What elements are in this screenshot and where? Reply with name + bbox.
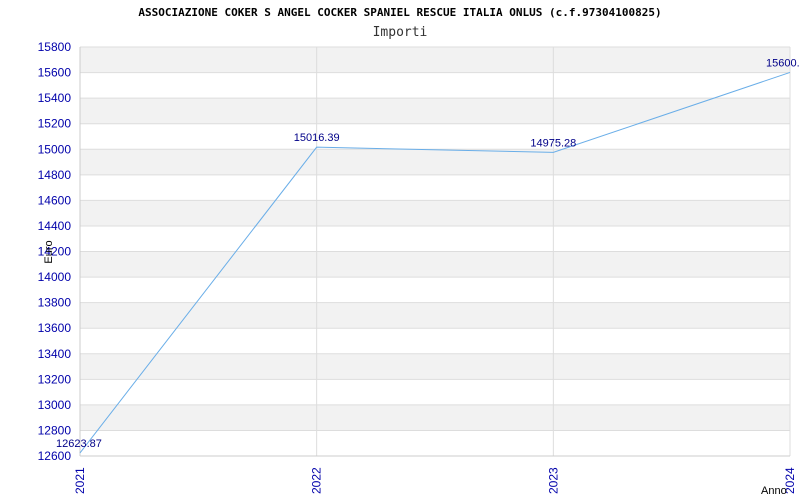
y-tick-label: 15200 [38,117,72,131]
grid-band [80,353,790,380]
grid-band [80,200,790,226]
y-tick-label: 15000 [38,142,72,156]
x-axis-ticks: 2021 2022 2023 2024 [73,467,797,494]
grid-band [80,277,790,303]
y-tick-label: 14800 [38,168,72,182]
grid-band [80,72,790,99]
x-tick-label: 2022 [310,467,324,494]
y-tick-label: 14400 [38,219,72,233]
grid-band [80,430,790,456]
y-tick-label: 15800 [38,40,72,54]
y-tick-label: 15600 [38,66,72,80]
y-tick-label: 14600 [38,193,72,207]
grid-band [80,47,790,73]
y-axis-label: Euro [43,240,55,263]
data-label: 15600.9 [766,57,800,69]
grid-band [80,328,790,354]
line-chart: 12600 12800 13000 13200 13400 13600 13800 14000… [38,40,800,497]
grid-band [80,123,790,150]
x-axis-label: Anno [761,485,787,497]
y-tick-label: 15400 [38,91,72,105]
grid-band [80,251,790,278]
grid-band [80,379,790,405]
grid-band [80,174,790,201]
data-label: 15016.39 [294,132,340,144]
y-tick-label: 13400 [38,347,72,361]
y-tick-label: 12800 [38,423,72,437]
y-tick-label: 13000 [38,398,72,412]
y-tick-label: 12600 [38,449,72,463]
grid-band [80,98,790,124]
grid-band [80,225,790,252]
grid-band [80,404,790,431]
y-tick-label: 14000 [38,270,72,284]
data-label: 14975.28 [530,137,576,149]
y-tick-label: 13600 [38,321,72,335]
data-label: 12623.87 [56,438,102,450]
x-tick-label: 2023 [546,467,560,494]
x-tick-label: 2021 [73,467,87,494]
y-tick-label: 13800 [38,296,72,310]
y-tick-label: 13200 [38,372,72,386]
grid-band [80,149,790,175]
